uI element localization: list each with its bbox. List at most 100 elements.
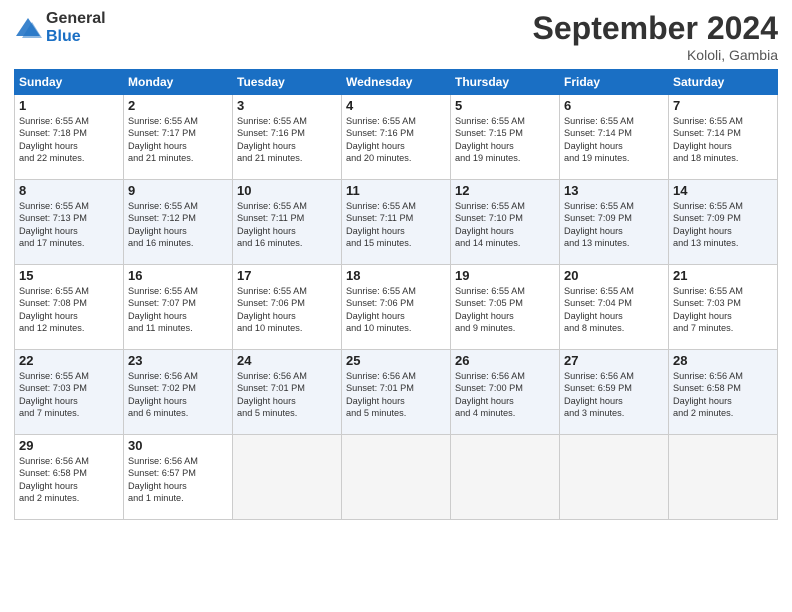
- day-info: Sunrise: 6:55 AM Sunset: 7:03 PM Dayligh…: [19, 370, 119, 420]
- table-row: 2 Sunrise: 6:55 AM Sunset: 7:17 PM Dayli…: [124, 95, 233, 180]
- day-info: Sunrise: 6:55 AM Sunset: 7:08 PM Dayligh…: [19, 285, 119, 335]
- table-row: 27 Sunrise: 6:56 AM Sunset: 6:59 PM Dayl…: [560, 350, 669, 435]
- header-sunday: Sunday: [15, 70, 124, 95]
- table-row: 24 Sunrise: 6:56 AM Sunset: 7:01 PM Dayl…: [233, 350, 342, 435]
- day-number: 5: [455, 98, 555, 113]
- table-row: 29 Sunrise: 6:56 AM Sunset: 6:58 PM Dayl…: [15, 435, 124, 520]
- day-info: Sunrise: 6:56 AM Sunset: 6:58 PM Dayligh…: [673, 370, 773, 420]
- day-number: 11: [346, 183, 446, 198]
- day-info: Sunrise: 6:55 AM Sunset: 7:05 PM Dayligh…: [455, 285, 555, 335]
- day-info: Sunrise: 6:55 AM Sunset: 7:03 PM Dayligh…: [673, 285, 773, 335]
- table-row: 6 Sunrise: 6:55 AM Sunset: 7:14 PM Dayli…: [560, 95, 669, 180]
- calendar-week-row: 8 Sunrise: 6:55 AM Sunset: 7:13 PM Dayli…: [15, 180, 778, 265]
- day-number: 17: [237, 268, 337, 283]
- table-row: [669, 435, 778, 520]
- table-row: 1 Sunrise: 6:55 AM Sunset: 7:18 PM Dayli…: [15, 95, 124, 180]
- table-row: 30 Sunrise: 6:56 AM Sunset: 6:57 PM Dayl…: [124, 435, 233, 520]
- day-number: 2: [128, 98, 228, 113]
- day-number: 18: [346, 268, 446, 283]
- table-row: 23 Sunrise: 6:56 AM Sunset: 7:02 PM Dayl…: [124, 350, 233, 435]
- day-info: Sunrise: 6:55 AM Sunset: 7:13 PM Dayligh…: [19, 200, 119, 250]
- table-row: 28 Sunrise: 6:56 AM Sunset: 6:58 PM Dayl…: [669, 350, 778, 435]
- day-info: Sunrise: 6:55 AM Sunset: 7:06 PM Dayligh…: [237, 285, 337, 335]
- day-info: Sunrise: 6:56 AM Sunset: 6:57 PM Dayligh…: [128, 455, 228, 505]
- header-thursday: Thursday: [451, 70, 560, 95]
- day-number: 7: [673, 98, 773, 113]
- day-number: 26: [455, 353, 555, 368]
- table-row: 15 Sunrise: 6:55 AM Sunset: 7:08 PM Dayl…: [15, 265, 124, 350]
- day-number: 29: [19, 438, 119, 453]
- table-row: 20 Sunrise: 6:55 AM Sunset: 7:04 PM Dayl…: [560, 265, 669, 350]
- table-row: 3 Sunrise: 6:55 AM Sunset: 7:16 PM Dayli…: [233, 95, 342, 180]
- table-row: 22 Sunrise: 6:55 AM Sunset: 7:03 PM Dayl…: [15, 350, 124, 435]
- day-number: 12: [455, 183, 555, 198]
- table-row: 7 Sunrise: 6:55 AM Sunset: 7:14 PM Dayli…: [669, 95, 778, 180]
- day-info: Sunrise: 6:55 AM Sunset: 7:11 PM Dayligh…: [237, 200, 337, 250]
- table-row: 26 Sunrise: 6:56 AM Sunset: 7:00 PM Dayl…: [451, 350, 560, 435]
- table-row: 4 Sunrise: 6:55 AM Sunset: 7:16 PM Dayli…: [342, 95, 451, 180]
- logo-blue: Blue: [46, 28, 81, 45]
- day-info: Sunrise: 6:55 AM Sunset: 7:11 PM Dayligh…: [346, 200, 446, 250]
- day-info: Sunrise: 6:56 AM Sunset: 6:58 PM Dayligh…: [19, 455, 119, 505]
- table-row: 14 Sunrise: 6:55 AM Sunset: 7:09 PM Dayl…: [669, 180, 778, 265]
- table-row: 8 Sunrise: 6:55 AM Sunset: 7:13 PM Dayli…: [15, 180, 124, 265]
- day-info: Sunrise: 6:55 AM Sunset: 7:16 PM Dayligh…: [237, 115, 337, 165]
- day-number: 13: [564, 183, 664, 198]
- table-row: 21 Sunrise: 6:55 AM Sunset: 7:03 PM Dayl…: [669, 265, 778, 350]
- day-number: 9: [128, 183, 228, 198]
- day-number: 30: [128, 438, 228, 453]
- day-info: Sunrise: 6:55 AM Sunset: 7:15 PM Dayligh…: [455, 115, 555, 165]
- day-number: 4: [346, 98, 446, 113]
- table-row: 16 Sunrise: 6:55 AM Sunset: 7:07 PM Dayl…: [124, 265, 233, 350]
- logo-icon: [14, 14, 42, 42]
- location: Kololi, Gambia: [533, 47, 778, 63]
- header-friday: Friday: [560, 70, 669, 95]
- day-info: Sunrise: 6:55 AM Sunset: 7:17 PM Dayligh…: [128, 115, 228, 165]
- table-row: 19 Sunrise: 6:55 AM Sunset: 7:05 PM Dayl…: [451, 265, 560, 350]
- logo-general: General: [46, 10, 106, 27]
- day-info: Sunrise: 6:56 AM Sunset: 7:02 PM Dayligh…: [128, 370, 228, 420]
- day-info: Sunrise: 6:55 AM Sunset: 7:10 PM Dayligh…: [455, 200, 555, 250]
- calendar-week-row: 15 Sunrise: 6:55 AM Sunset: 7:08 PM Dayl…: [15, 265, 778, 350]
- day-number: 10: [237, 183, 337, 198]
- logo-text: General Blue: [46, 10, 106, 45]
- day-info: Sunrise: 6:55 AM Sunset: 7:06 PM Dayligh…: [346, 285, 446, 335]
- calendar-week-row: 22 Sunrise: 6:55 AM Sunset: 7:03 PM Dayl…: [15, 350, 778, 435]
- title-block: September 2024 Kololi, Gambia: [533, 10, 778, 63]
- table-row: [451, 435, 560, 520]
- page-container: General Blue September 2024 Kololi, Gamb…: [0, 0, 792, 530]
- month-title: September 2024: [533, 10, 778, 47]
- day-number: 24: [237, 353, 337, 368]
- day-number: 14: [673, 183, 773, 198]
- day-info: Sunrise: 6:55 AM Sunset: 7:16 PM Dayligh…: [346, 115, 446, 165]
- day-info: Sunrise: 6:55 AM Sunset: 7:18 PM Dayligh…: [19, 115, 119, 165]
- day-number: 21: [673, 268, 773, 283]
- day-number: 19: [455, 268, 555, 283]
- table-row: [342, 435, 451, 520]
- day-number: 27: [564, 353, 664, 368]
- header-tuesday: Tuesday: [233, 70, 342, 95]
- table-row: 9 Sunrise: 6:55 AM Sunset: 7:12 PM Dayli…: [124, 180, 233, 265]
- calendar-week-row: 1 Sunrise: 6:55 AM Sunset: 7:18 PM Dayli…: [15, 95, 778, 180]
- header-wednesday: Wednesday: [342, 70, 451, 95]
- header-saturday: Saturday: [669, 70, 778, 95]
- day-info: Sunrise: 6:55 AM Sunset: 7:14 PM Dayligh…: [564, 115, 664, 165]
- day-number: 1: [19, 98, 119, 113]
- table-row: 5 Sunrise: 6:55 AM Sunset: 7:15 PM Dayli…: [451, 95, 560, 180]
- day-number: 8: [19, 183, 119, 198]
- day-info: Sunrise: 6:55 AM Sunset: 7:04 PM Dayligh…: [564, 285, 664, 335]
- table-row: 12 Sunrise: 6:55 AM Sunset: 7:10 PM Dayl…: [451, 180, 560, 265]
- day-info: Sunrise: 6:56 AM Sunset: 7:00 PM Dayligh…: [455, 370, 555, 420]
- day-number: 15: [19, 268, 119, 283]
- day-info: Sunrise: 6:55 AM Sunset: 7:09 PM Dayligh…: [673, 200, 773, 250]
- table-row: [560, 435, 669, 520]
- day-number: 25: [346, 353, 446, 368]
- day-number: 3: [237, 98, 337, 113]
- day-number: 20: [564, 268, 664, 283]
- table-row: [233, 435, 342, 520]
- day-info: Sunrise: 6:56 AM Sunset: 6:59 PM Dayligh…: [564, 370, 664, 420]
- table-row: 13 Sunrise: 6:55 AM Sunset: 7:09 PM Dayl…: [560, 180, 669, 265]
- table-row: 18 Sunrise: 6:55 AM Sunset: 7:06 PM Dayl…: [342, 265, 451, 350]
- weekday-header-row: Sunday Monday Tuesday Wednesday Thursday…: [15, 70, 778, 95]
- table-row: 11 Sunrise: 6:55 AM Sunset: 7:11 PM Dayl…: [342, 180, 451, 265]
